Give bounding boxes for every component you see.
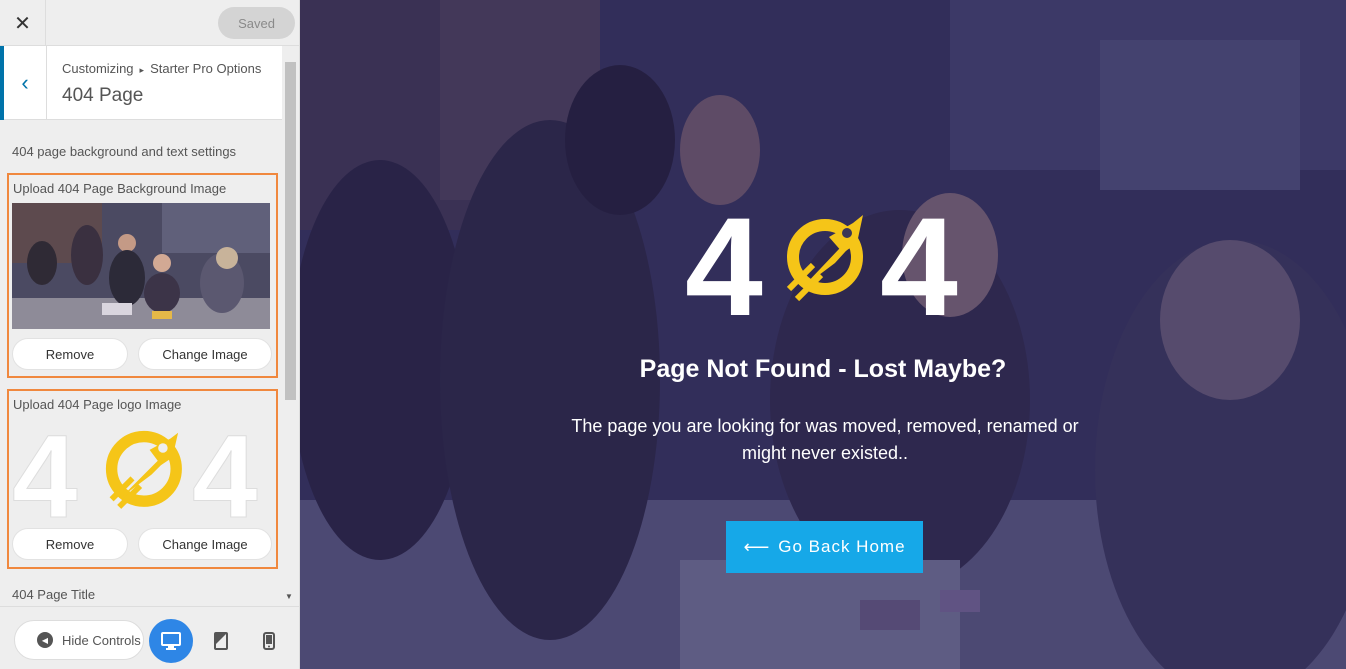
desktop-preview-button[interactable] — [149, 619, 193, 663]
breadcrumb-separator-icon: ▸ — [139, 65, 145, 75]
chevron-left-icon: ‹ — [21, 70, 29, 95]
logo-four-left: 4 — [685, 195, 763, 325]
logo-thumb-four-left: 4 — [12, 419, 78, 525]
logo-image-actions: Remove Change Image — [12, 528, 274, 560]
close-customizer-button[interactable]: ✕ — [0, 0, 46, 46]
breadcrumb: Customizing ▸ Starter Pro Options — [62, 61, 261, 76]
scroll-down-icon[interactable]: ▼ — [285, 592, 293, 601]
background-image-control: Upload 404 Page Background Image Remove — [7, 173, 278, 378]
back-button[interactable]: ‹ — [0, 46, 47, 120]
breadcrumb-child: Starter Pro Options — [150, 61, 262, 76]
desktop-icon — [161, 632, 181, 650]
page-not-found-heading: Page Not Found - Lost Maybe? — [639, 355, 1007, 383]
background-image-actions: Remove Change Image — [12, 338, 274, 370]
breadcrumb-root: Customizing — [62, 61, 134, 76]
background-image-label: Upload 404 Page Background Image — [13, 181, 227, 196]
section-header: ‹ Customizing ▸ Starter Pro Options 404 Pa… — [0, 46, 282, 120]
mobile-preview-button[interactable] — [247, 619, 291, 663]
background-image-thumbnail[interactable] — [12, 203, 270, 329]
collapse-icon: ◀ — [37, 632, 53, 648]
go-back-home-button[interactable]: ⟵ Go Back Home — [726, 521, 923, 573]
change-logo-button[interactable]: Change Image — [138, 528, 272, 560]
customizer-sidebar: ✕ Saved ‹ Customizing ▸ Starter Pro Option… — [0, 0, 300, 669]
change-background-button[interactable]: Change Image — [138, 338, 272, 370]
remove-background-button[interactable]: Remove — [12, 338, 128, 370]
hide-controls-button[interactable]: ◀ Hide Controls — [14, 620, 144, 660]
scrollbar-thumb[interactable] — [285, 62, 296, 400]
logo-image-thumbnail[interactable]: 4 4 — [12, 419, 270, 525]
customizer-footer: ◀ Hide Controls — [0, 606, 299, 669]
close-icon: ✕ — [14, 12, 31, 35]
rocket-icon — [786, 215, 863, 302]
page-not-found-message: The page you are looking for was moved, … — [571, 416, 1079, 463]
arrow-left-icon: ⟵ — [743, 536, 771, 557]
logo-image-control: Upload 404 Page logo Image 4 4 Remove Ch… — [7, 389, 278, 569]
panel-description: 404 page background and text settings — [12, 144, 237, 159]
logo-thumb-four-right: 4 — [192, 419, 258, 525]
logo-image-label: Upload 404 Page logo Image — [13, 397, 182, 412]
go-back-home-label: Go Back Home — [778, 537, 906, 556]
mobile-icon — [263, 632, 275, 650]
remove-logo-button[interactable]: Remove — [12, 528, 128, 560]
saved-button[interactable]: Saved — [218, 7, 295, 39]
customizer-topbar: ✕ Saved — [0, 0, 299, 46]
rocket-logo-icon — [105, 430, 182, 509]
panel-title: 404 Page — [62, 85, 144, 106]
hide-controls-label: Hide Controls — [62, 632, 141, 648]
404-logo: 4 4 — [685, 195, 958, 325]
site-preview: 4 4 Page Not Found - Lost Maybe? The pag… — [300, 0, 1346, 669]
page-title-field-label: 404 Page Title — [12, 587, 96, 602]
tablet-preview-button[interactable] — [199, 619, 243, 663]
logo-four-right: 4 — [880, 195, 958, 325]
tablet-icon — [214, 632, 228, 650]
